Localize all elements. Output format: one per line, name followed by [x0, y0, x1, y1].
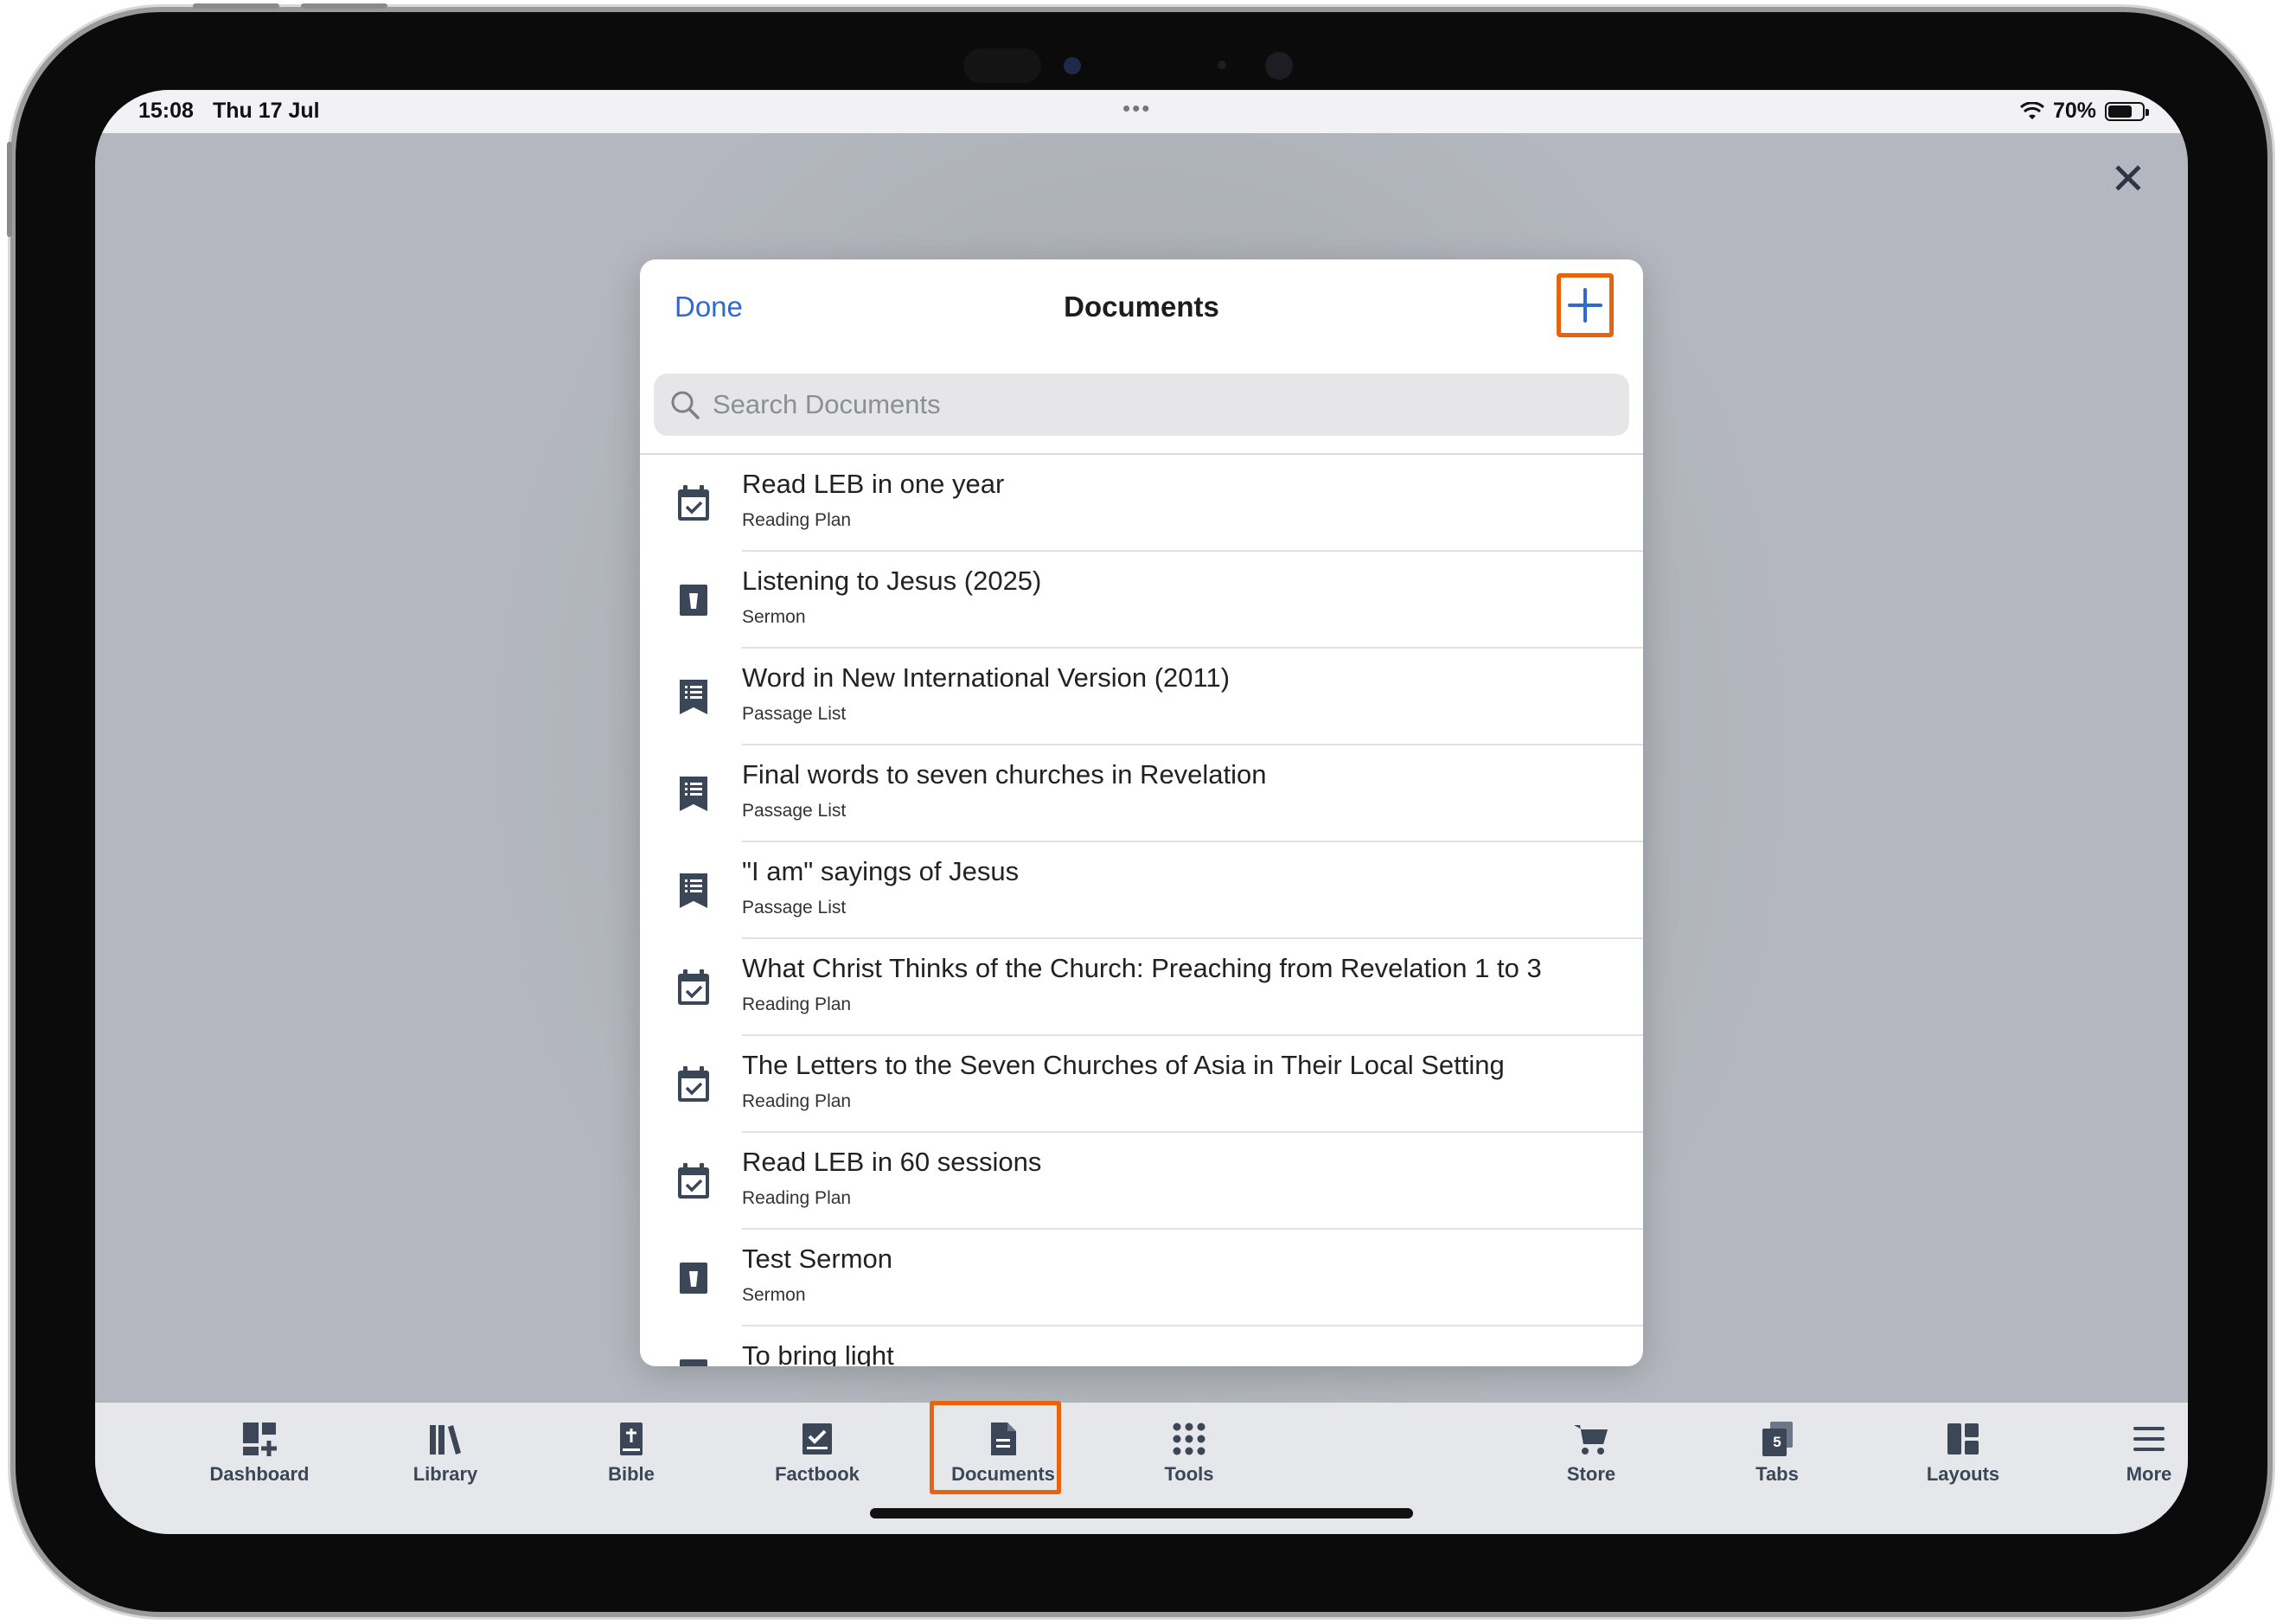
document-row[interactable]: The Letters to the Seven Churches of Asi…: [640, 1036, 1643, 1133]
reading-plan-icon: [676, 1065, 711, 1103]
layouts-icon: [1944, 1420, 1982, 1458]
document-title: Word in New International Version (2011): [742, 662, 1231, 693]
camera-sensor: [963, 48, 1041, 83]
document-title: Listening to Jesus (2025): [742, 566, 1042, 596]
tab-label: Factbook: [775, 1463, 860, 1485]
sensor-dot: [1218, 61, 1226, 69]
document-row[interactable]: Final words to seven churches in Revelat…: [640, 745, 1643, 842]
status-time: 15:08: [138, 99, 194, 123]
bible-icon: [612, 1420, 650, 1458]
passage-list-icon: [676, 872, 711, 910]
battery-level: [2108, 105, 2132, 118]
home-indicator[interactable]: [870, 1508, 1413, 1519]
library-icon: [426, 1420, 464, 1458]
modal-title: Documents: [1064, 291, 1219, 323]
tab-library[interactable]: Library: [372, 1403, 519, 1498]
sermon-icon: [676, 1259, 711, 1297]
search-bar[interactable]: [654, 374, 1629, 436]
document-type: Sermon: [742, 607, 806, 627]
modal-header: Done Documents: [640, 259, 1643, 355]
more-icon: [2130, 1420, 2168, 1458]
status-right: 70%: [2019, 99, 2149, 124]
top-button-left: [193, 3, 279, 9]
document-title: Read LEB in one year: [742, 469, 1005, 499]
status-date: Thu 17 Jul: [213, 99, 320, 123]
tab-more[interactable]: More: [2075, 1403, 2188, 1498]
battery-icon: [2105, 101, 2149, 121]
highlight-frame: [930, 1401, 1061, 1494]
document-row[interactable]: "I am" sayings of Jesus Passage List: [640, 842, 1643, 939]
sermon-icon: [676, 1356, 711, 1366]
multitasking-dots-icon[interactable]: •••: [1122, 95, 1151, 122]
document-type: Reading Plan: [742, 994, 852, 1014]
tab-documents[interactable]: Documents: [930, 1401, 1077, 1498]
screen: 15:08 Thu 17 Jul ••• 70% ✕ Done Document…: [95, 90, 2188, 1534]
tab-label: Tabs: [1755, 1463, 1799, 1485]
tab-store[interactable]: Store: [1518, 1403, 1665, 1498]
tools-icon: [1170, 1420, 1208, 1458]
passage-list-icon: [676, 775, 711, 813]
add-document-button[interactable]: [1557, 273, 1614, 337]
tab-tools[interactable]: Tools: [1116, 1403, 1263, 1498]
tab-label: Tools: [1164, 1463, 1214, 1485]
top-button-right: [301, 3, 387, 9]
document-type: Reading Plan: [742, 1091, 852, 1111]
document-row[interactable]: To bring light: [640, 1327, 1643, 1366]
tab-label: Layouts: [1926, 1463, 2000, 1485]
document-row[interactable]: Read LEB in 60 sessions Reading Plan: [640, 1133, 1643, 1230]
factbook-icon: [798, 1420, 836, 1458]
document-row[interactable]: Read LEB in one year Reading Plan: [640, 455, 1643, 552]
tab-bible[interactable]: Bible: [558, 1403, 705, 1498]
tab-dashboard[interactable]: Dashboard: [186, 1403, 333, 1498]
dashboard-icon: [240, 1420, 278, 1458]
sensor-lens: [1265, 52, 1293, 80]
tab-tabs[interactable]: 5 Tabs: [1704, 1403, 1851, 1498]
tab-label: Bible: [608, 1463, 655, 1485]
document-title: Test Sermon: [742, 1244, 893, 1274]
document-type: Sermon: [742, 1285, 806, 1305]
document-title: Final words to seven churches in Revelat…: [742, 759, 1267, 790]
document-type: Passage List: [742, 704, 847, 724]
wifi-icon: [2019, 101, 2044, 119]
document-type: Reading Plan: [742, 1188, 852, 1208]
tab-label: More: [2126, 1463, 2172, 1485]
reading-plan-icon: [676, 1162, 711, 1200]
document-type: Reading Plan: [742, 510, 852, 530]
document-list: Read LEB in one year Reading Plan Listenin…: [640, 455, 1643, 1366]
battery-percent: 70%: [2052, 99, 2096, 123]
done-button[interactable]: Done: [675, 291, 743, 323]
passage-list-icon: [676, 678, 711, 716]
document-row[interactable]: Word in New International Version (2011)…: [640, 649, 1643, 745]
tab-label: Library: [412, 1463, 478, 1485]
store-icon: [1572, 1420, 1610, 1458]
documents-modal: Done Documents Read LEB in one year Readi…: [640, 259, 1643, 1366]
document-title: What Christ Thinks of the Church: Preach…: [742, 953, 1542, 983]
document-row[interactable]: Test Sermon Sermon: [640, 1230, 1643, 1327]
search-icon: [671, 391, 700, 419]
tab-label: Store: [1566, 1463, 1616, 1485]
tab-factbook[interactable]: Factbook: [744, 1403, 891, 1498]
document-row[interactable]: What Christ Thinks of the Church: Preach…: [640, 939, 1643, 1036]
document-title: Read LEB in 60 sessions: [742, 1147, 1042, 1177]
side-button: [7, 142, 12, 237]
reading-plan-icon: [676, 484, 711, 522]
document-title: To bring light: [742, 1340, 894, 1366]
document-type: Passage List: [742, 801, 847, 821]
plus-icon: [1568, 288, 1602, 323]
reading-plan-icon: [676, 969, 711, 1007]
status-bar: 15:08 Thu 17 Jul ••• 70%: [95, 90, 2188, 133]
search-input[interactable]: [711, 388, 1579, 421]
close-icon[interactable]: ✕: [2107, 157, 2150, 201]
tabs-count-badge: 5: [1773, 1434, 1781, 1450]
tab-layouts[interactable]: Layouts: [1890, 1403, 2037, 1498]
document-row[interactable]: Listening to Jesus (2025) Sermon: [640, 552, 1643, 649]
front-camera: [1064, 57, 1081, 74]
document-title: "I am" sayings of Jesus: [742, 856, 1020, 886]
document-type: Passage List: [742, 898, 847, 917]
sermon-icon: [676, 581, 711, 619]
tab-label: Dashboard: [209, 1463, 310, 1485]
document-title: The Letters to the Seven Churches of Asi…: [742, 1050, 1505, 1080]
